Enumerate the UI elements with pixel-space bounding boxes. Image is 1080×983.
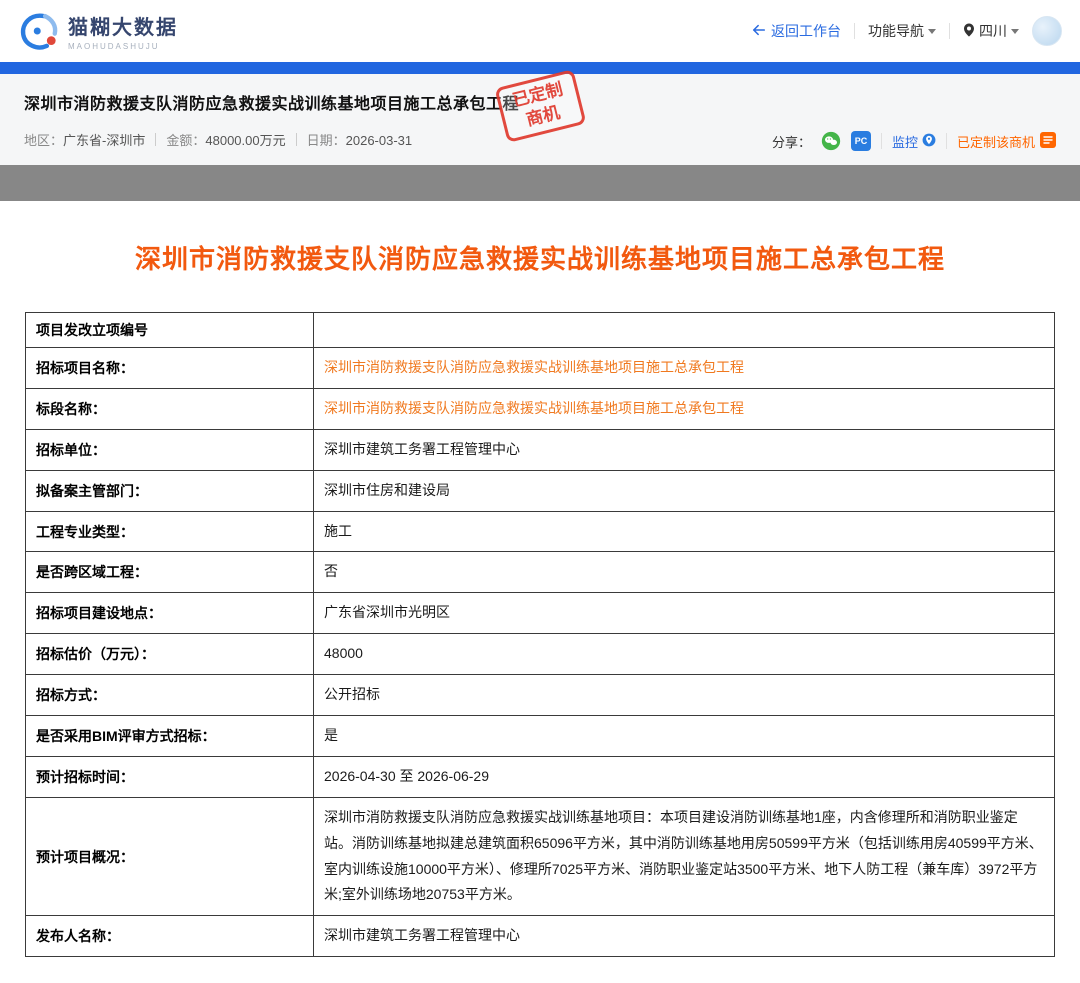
- table-row: 发布人名称： 深圳市建筑工务署工程管理中心: [25, 915, 1055, 958]
- region-selector[interactable]: 四川: [963, 21, 1019, 41]
- row-value: 是: [313, 715, 1055, 757]
- table-row: 工程专业类型： 施工: [25, 510, 1055, 553]
- row-label: 拟备案主管部门：: [25, 469, 314, 512]
- project-hero: 深圳市消防救援支队消防应急救援实战训练基地项目施工总承包工程 已定制 商机 地区…: [0, 69, 1080, 165]
- logo-subtitle: MAOHUDASHUJU: [68, 42, 160, 51]
- customized-label: 已定制该商机: [956, 134, 1035, 150]
- meta-item-region: 地区：广东省-深圳市: [24, 133, 146, 148]
- features-menu-label: 功能导航: [868, 23, 924, 39]
- row-value: 广东省深圳市光明区: [313, 592, 1055, 635]
- row-label: 标段名称：: [25, 387, 314, 430]
- row-value: 2026-04-30 至 2026-06-29: [313, 755, 1055, 798]
- row-value-link[interactable]: 深圳市消防救援支队消防应急救援实战训练基地项目施工总承包工程: [313, 347, 1055, 389]
- row-label: 招标方式：: [25, 674, 314, 717]
- row-value: [313, 312, 1055, 348]
- wechat-share-icon[interactable]: [821, 131, 841, 151]
- row-value: 深圳市建筑工务署工程管理中心: [313, 915, 1055, 958]
- table-row: 是否跨区域工程：否: [25, 551, 1055, 594]
- table-row: 预计招标时间： 2026-04-30 至 2026-06-29: [25, 755, 1055, 798]
- section-separator: [0, 165, 1080, 201]
- row-value: 否: [313, 551, 1055, 594]
- back-to-workbench-link[interactable]: 返回工作台: [752, 21, 841, 41]
- row-label: 是否采用BIM评审方式招标：: [25, 715, 314, 757]
- region-label: 四川: [979, 23, 1007, 39]
- chevron-down-icon: [1011, 28, 1019, 34]
- row-label: 招标项目名称：: [25, 347, 314, 389]
- nav-divider: [854, 23, 855, 39]
- table-row: 招标单位： 深圳市建筑工务署工程管理中心: [25, 428, 1055, 471]
- logo-icon: [18, 10, 60, 52]
- pc-share-icon[interactable]: PC: [850, 131, 871, 151]
- share-divider: [945, 133, 947, 149]
- row-value: 深圳市消防救援支队消防应急救援实战训练基地项目：本项目建设消防训练基地1座，内含…: [313, 796, 1055, 917]
- location-pin-icon: [963, 23, 975, 40]
- row-label: 招标项目建设地点：: [25, 592, 314, 635]
- logo-title: 猫糊大数据: [68, 17, 178, 39]
- detail-content: 深圳市消防救援支队消防应急救援实战训练基地项目施工总承包工程 项目发改立项编号招…: [0, 201, 1080, 983]
- meta-item-date: 日期：2026-03-31: [306, 133, 413, 148]
- table-row: 招标项目建设地点： 广东省深圳市光明区: [25, 592, 1055, 635]
- back-link-label: 返回工作台: [771, 23, 841, 39]
- meta-divider: [155, 133, 157, 146]
- chevron-down-icon: [928, 28, 936, 34]
- row-label: 招标估价（万元）：: [25, 633, 314, 676]
- row-label: 项目发改立项编号: [25, 312, 314, 348]
- row-label: 招标单位：: [25, 428, 314, 471]
- row-value: 公开招标: [313, 674, 1055, 717]
- table-row: 招标估价（万元）： 48000: [25, 633, 1055, 676]
- row-value: 深圳市住房和建设局: [313, 469, 1055, 512]
- meta-divider: [295, 133, 297, 146]
- table-row: 预计项目概况： 深圳市消防救援支队消防应急救援实战训练基地项目：本项目建设消防训练…: [25, 796, 1055, 917]
- meta-item-amount: 金额：48000.00万元: [166, 133, 286, 148]
- detail-page-title: 深圳市消防救援支队消防应急救援实战训练基地项目施工总承包工程: [134, 244, 945, 274]
- row-label: 工程专业类型：: [25, 510, 314, 553]
- project-table-body: 项目发改立项编号 招标项目名称： 深圳市消防救援支队消防应急救援实战训练基地项目施工…: [25, 312, 1055, 958]
- avatar[interactable]: [1032, 16, 1062, 46]
- row-value: 深圳市建筑工务署工程管理中心: [313, 428, 1055, 471]
- table-row: 拟备案主管部门： 深圳市住房和建设局: [25, 469, 1055, 512]
- row-label: 预计招标时间：: [25, 755, 314, 798]
- logo[interactable]: 猫糊大数据 MAOHUDASHUJU: [18, 10, 178, 52]
- top-header: 猫糊大数据 MAOHUDASHUJU 返回工作台 功能导航 四川: [0, 0, 1080, 62]
- table-row: 招标项目名称： 深圳市消防救援支队消防应急救援实战训练基地项目施工总承包工程: [25, 347, 1055, 389]
- customized-icon: [1040, 131, 1056, 151]
- features-menu[interactable]: 功能导航: [868, 21, 936, 41]
- row-label: 是否跨区域工程：: [25, 551, 314, 594]
- table-row: 项目发改立项编号: [25, 312, 1055, 348]
- share-label: 分享：: [771, 134, 811, 150]
- table-row: 标段名称： 深圳市消防救援支队消防应急救援实战训练基地项目施工总承包工程: [25, 387, 1055, 430]
- back-arrow-icon: [752, 23, 766, 40]
- row-label: 发布人名称：: [25, 915, 314, 958]
- header-nav: 返回工作台 功能导航 四川: [752, 16, 1062, 46]
- accent-bar: [0, 62, 1080, 74]
- monitor-pin-icon: [922, 133, 936, 150]
- row-label: 预计项目概况：: [25, 796, 314, 917]
- monitor-link[interactable]: 监控: [892, 132, 936, 151]
- row-value-link[interactable]: 深圳市消防救援支队消防应急救援实战训练基地项目施工总承包工程: [313, 387, 1055, 430]
- table-row: 招标方式： 公开招标: [25, 674, 1055, 717]
- project-table: 项目发改立项编号 招标项目名称： 深圳市消防救援支队消防应急救援实战训练基地项目施工…: [25, 312, 1055, 958]
- share-bar: 分享： PC 监控 已定制该商机: [772, 131, 1056, 151]
- row-value: 施工: [313, 510, 1055, 553]
- monitor-label: 监控: [891, 134, 918, 150]
- row-value: 48000: [313, 633, 1055, 676]
- table-row: 是否采用BIM评审方式招标：是: [25, 715, 1055, 757]
- customized-status[interactable]: 已定制该商机: [956, 131, 1056, 151]
- share-divider: [880, 133, 882, 149]
- nav-divider: [949, 23, 950, 39]
